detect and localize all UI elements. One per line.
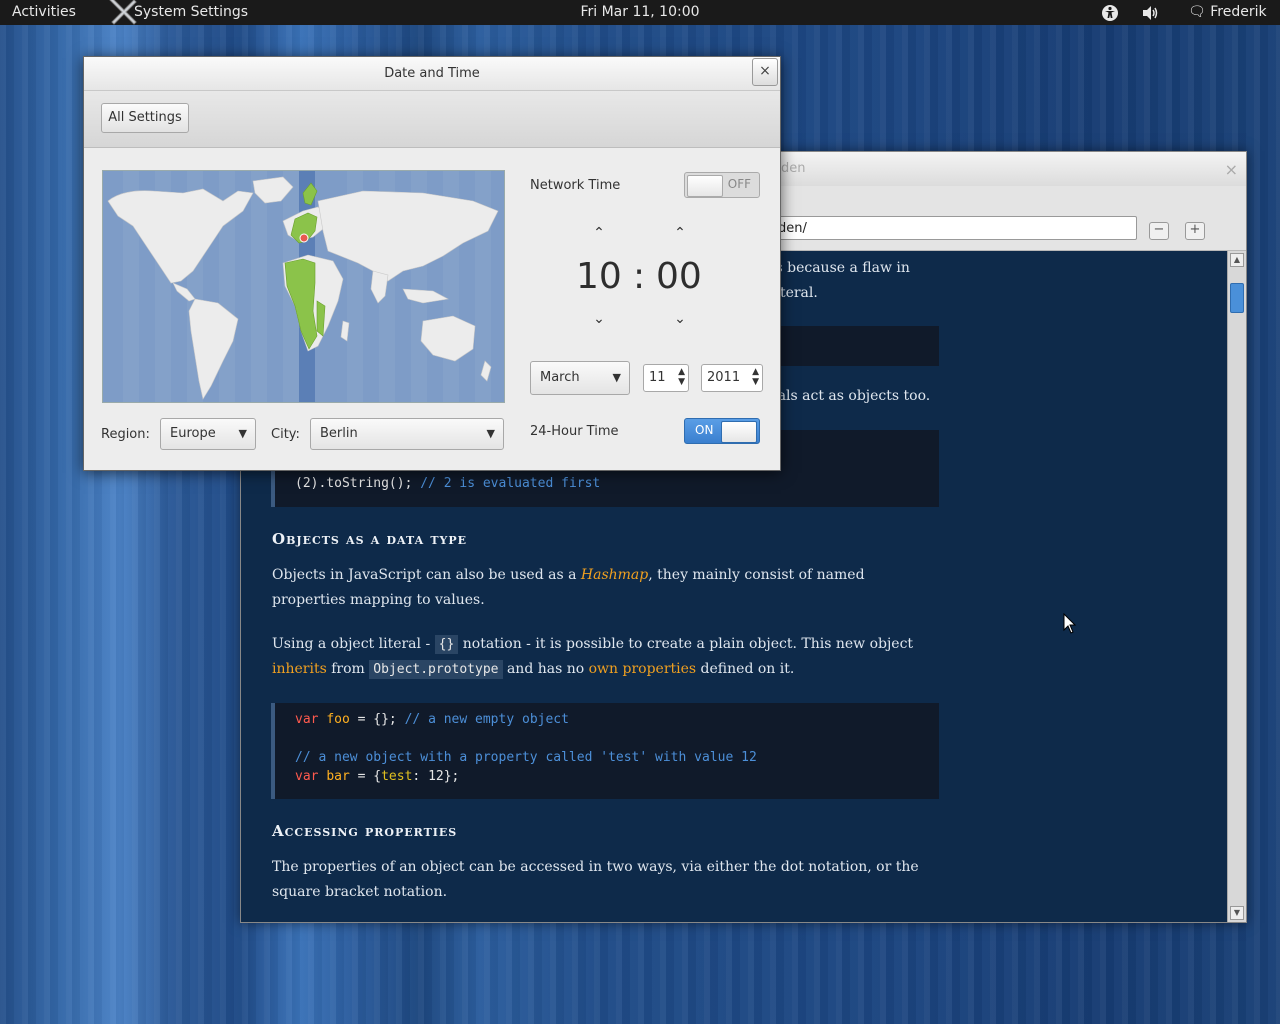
inline-code: Object.prototype bbox=[369, 660, 503, 679]
paragraph: Using a object literal - {} notation - i… bbox=[272, 632, 942, 682]
switch-state: ON bbox=[695, 423, 714, 437]
code-block: var foo = {}; // a new empty object // a… bbox=[271, 703, 939, 799]
zoom-in-button[interactable]: + bbox=[1185, 222, 1205, 240]
year-value: 2011 bbox=[707, 370, 741, 385]
chat-icon: 🗨 bbox=[1188, 4, 1206, 20]
user-name: Frederik bbox=[1210, 4, 1267, 20]
text: from bbox=[326, 661, 370, 677]
chevron-down-icon: ▼ bbox=[238, 427, 247, 440]
section-heading: Objects as a data type bbox=[272, 530, 468, 548]
year-spinner[interactable]: 2011 ▲ ▼ bbox=[701, 364, 763, 392]
hour24-switch[interactable]: ON bbox=[684, 418, 760, 444]
code-keyword: var bbox=[295, 712, 319, 727]
code-variable: bar bbox=[326, 769, 350, 784]
code-comment: // a new empty object bbox=[404, 712, 569, 727]
app-menu[interactable]: System Settings bbox=[134, 4, 248, 20]
city-combo[interactable]: Berlin ▼ bbox=[310, 418, 504, 450]
code-variable: foo bbox=[326, 712, 350, 727]
close-icon[interactable]: × bbox=[1225, 160, 1238, 179]
text: Using a object literal - bbox=[272, 636, 435, 652]
inline-code: {} bbox=[434, 635, 459, 654]
vertical-scrollbar[interactable]: ▲ ▼ bbox=[1227, 251, 1246, 922]
time-separator: : bbox=[633, 256, 646, 297]
user-menu[interactable]: 🗨 Frederik bbox=[1188, 4, 1267, 20]
text: notation - it is possible to create a pl… bbox=[458, 636, 914, 652]
section-heading: Accessing properties bbox=[272, 822, 458, 840]
code-comment: // 2 is evaluated first bbox=[420, 476, 601, 491]
minutes-display: 00 bbox=[656, 256, 702, 297]
location-pin-icon bbox=[299, 233, 309, 243]
code-text: = { bbox=[349, 769, 382, 784]
link[interactable]: inherits bbox=[272, 661, 327, 677]
day-value: 11 bbox=[649, 370, 666, 385]
switch-state: OFF bbox=[727, 177, 751, 191]
switch-knob bbox=[721, 421, 757, 443]
accessibility-icon[interactable] bbox=[1101, 4, 1119, 22]
chevron-down-icon: ▼ bbox=[612, 371, 621, 384]
text: Objects in JavaScript can also be used a… bbox=[272, 567, 581, 583]
date-time-dialog: Date and Time × All Settings Region: Eur… bbox=[83, 56, 781, 471]
link[interactable]: own properties bbox=[589, 661, 696, 677]
link[interactable]: Hashmap bbox=[581, 567, 648, 583]
month-value: March bbox=[540, 370, 580, 385]
hour24-label: 24-Hour Time bbox=[530, 424, 619, 439]
zoom-out-button[interactable]: − bbox=[1149, 222, 1169, 240]
timezone-map[interactable] bbox=[102, 170, 505, 403]
clock[interactable]: Fri Mar 11, 10:00 bbox=[580, 4, 699, 20]
scroll-down-icon[interactable]: ▼ bbox=[1230, 906, 1244, 920]
paragraph-fragment: rals act as objects too. bbox=[771, 388, 931, 404]
region-combo[interactable]: Europe ▼ bbox=[160, 418, 256, 450]
city-label: City: bbox=[271, 427, 300, 442]
close-icon[interactable]: × bbox=[752, 58, 778, 86]
code-text: = {}; bbox=[349, 712, 397, 727]
scroll-up-icon[interactable]: ▲ bbox=[1230, 253, 1244, 267]
paragraph: Objects in JavaScript can also be used a… bbox=[272, 563, 942, 613]
code-property: test bbox=[381, 769, 413, 784]
city-value: Berlin bbox=[320, 426, 358, 441]
activities-button[interactable]: Activities bbox=[12, 4, 76, 20]
text: and has no bbox=[502, 661, 589, 677]
all-settings-button[interactable]: All Settings bbox=[101, 103, 189, 133]
month-combo[interactable]: March ▼ bbox=[530, 361, 630, 395]
top-panel: Activities System Settings Fri Mar 11, 1… bbox=[0, 0, 1280, 25]
region-value: Europe bbox=[170, 426, 216, 441]
region-label: Region: bbox=[101, 427, 150, 442]
spin-arrows-icon[interactable]: ▲ ▼ bbox=[752, 367, 759, 387]
paragraph: The properties of an object can be acces… bbox=[272, 859, 919, 900]
scrollbar-thumb[interactable] bbox=[1230, 283, 1244, 313]
code-comment: // a new object with a property called '… bbox=[295, 750, 757, 765]
volume-icon[interactable] bbox=[1141, 4, 1159, 22]
code-text: : 12}; bbox=[412, 769, 460, 784]
hour-up-icon[interactable]: ⌃ bbox=[589, 225, 609, 241]
code-line: (2).toString(); bbox=[295, 476, 413, 491]
paragraph-fragment: is because a flaw in literal. bbox=[771, 256, 971, 306]
mouse-cursor-icon bbox=[1063, 613, 1077, 634]
minute-down-icon[interactable]: ⌄ bbox=[670, 311, 690, 327]
code-block-fragment bbox=[771, 326, 939, 366]
browser-title: den bbox=[781, 161, 806, 176]
text: defined on it. bbox=[696, 661, 795, 677]
network-time-switch[interactable]: OFF bbox=[684, 172, 760, 198]
text: is because a flaw in bbox=[771, 260, 910, 276]
switch-knob bbox=[687, 175, 723, 197]
code-keyword: var bbox=[295, 769, 319, 784]
dialog-toolbar: All Settings bbox=[84, 91, 780, 148]
day-spinner[interactable]: 11 ▲ ▼ bbox=[643, 364, 689, 392]
network-time-label: Network Time bbox=[530, 178, 621, 193]
spin-arrows-icon[interactable]: ▲ ▼ bbox=[678, 367, 685, 387]
minute-up-icon[interactable]: ⌃ bbox=[670, 225, 690, 241]
chevron-down-icon: ▼ bbox=[486, 427, 495, 440]
hour-down-icon[interactable]: ⌄ bbox=[589, 311, 609, 327]
hours-display: 10 bbox=[576, 256, 622, 297]
dialog-title[interactable]: Date and Time bbox=[84, 57, 780, 91]
